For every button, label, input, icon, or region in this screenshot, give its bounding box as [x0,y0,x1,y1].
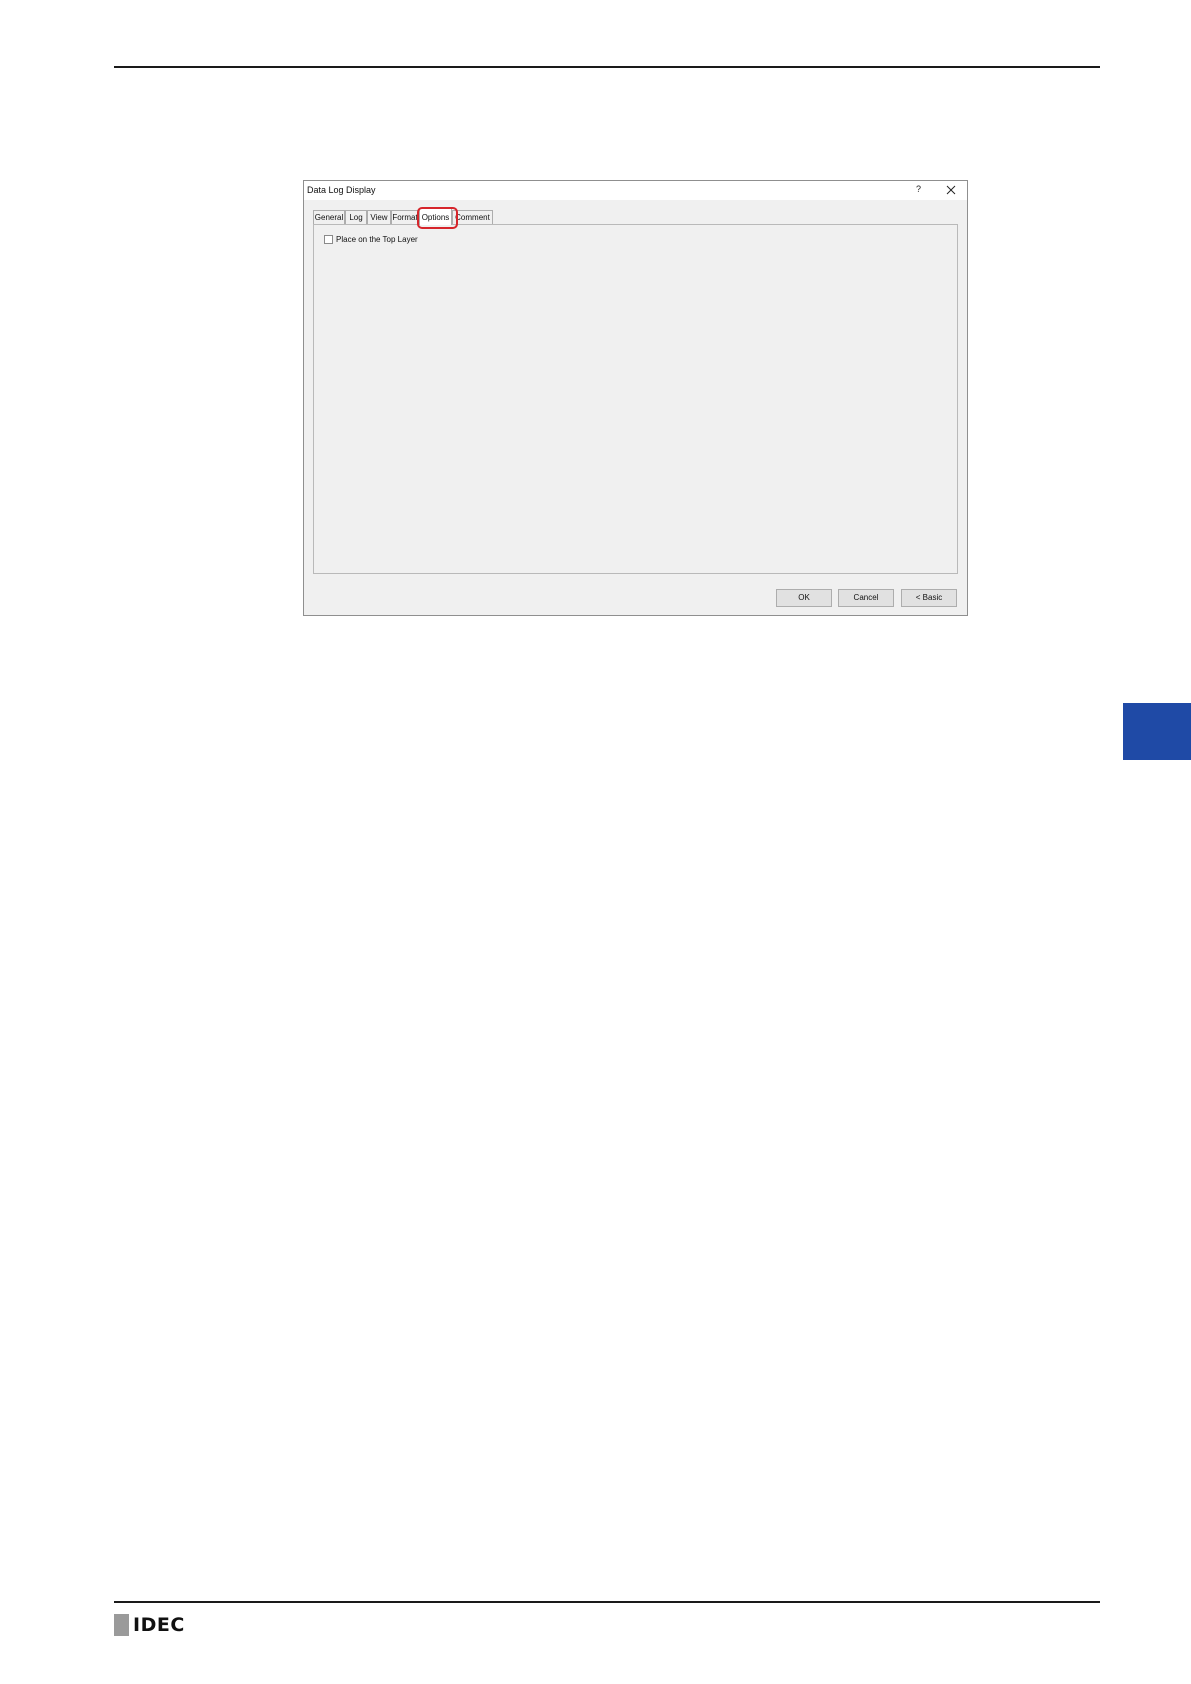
basic-button[interactable]: < Basic [901,589,957,607]
tab-comment[interactable]: Comment [452,210,493,224]
idec-logo: IDEC [114,1614,185,1636]
close-button[interactable] [944,183,958,197]
data-log-display-dialog: Data Log Display ? General Log View Form… [303,180,968,616]
ok-button[interactable]: OK [776,589,832,607]
place-on-top-layer-option[interactable]: Place on the Top Layer [324,235,418,244]
dialog-title: Data Log Display [307,185,376,195]
logo-bar-mark [114,1614,129,1636]
tab-view[interactable]: View [367,210,391,224]
tab-format[interactable]: Format [391,210,419,224]
logo-text: IDEC [133,1614,185,1636]
place-on-top-layer-label: Place on the Top Layer [336,235,418,244]
chapter-side-tab [1123,703,1191,760]
cancel-button[interactable]: Cancel [838,589,894,607]
header-rule [114,66,1100,68]
tab-options[interactable]: Options [419,208,452,225]
footer-rule [114,1601,1100,1603]
place-on-top-layer-checkbox[interactable] [324,235,333,244]
dialog-titlebar: Data Log Display ? [304,181,967,200]
help-button[interactable]: ? [916,184,921,194]
options-panel: Place on the Top Layer [313,224,958,574]
tab-log[interactable]: Log [345,210,367,224]
tab-general[interactable]: General [313,210,345,224]
close-icon [946,185,956,195]
